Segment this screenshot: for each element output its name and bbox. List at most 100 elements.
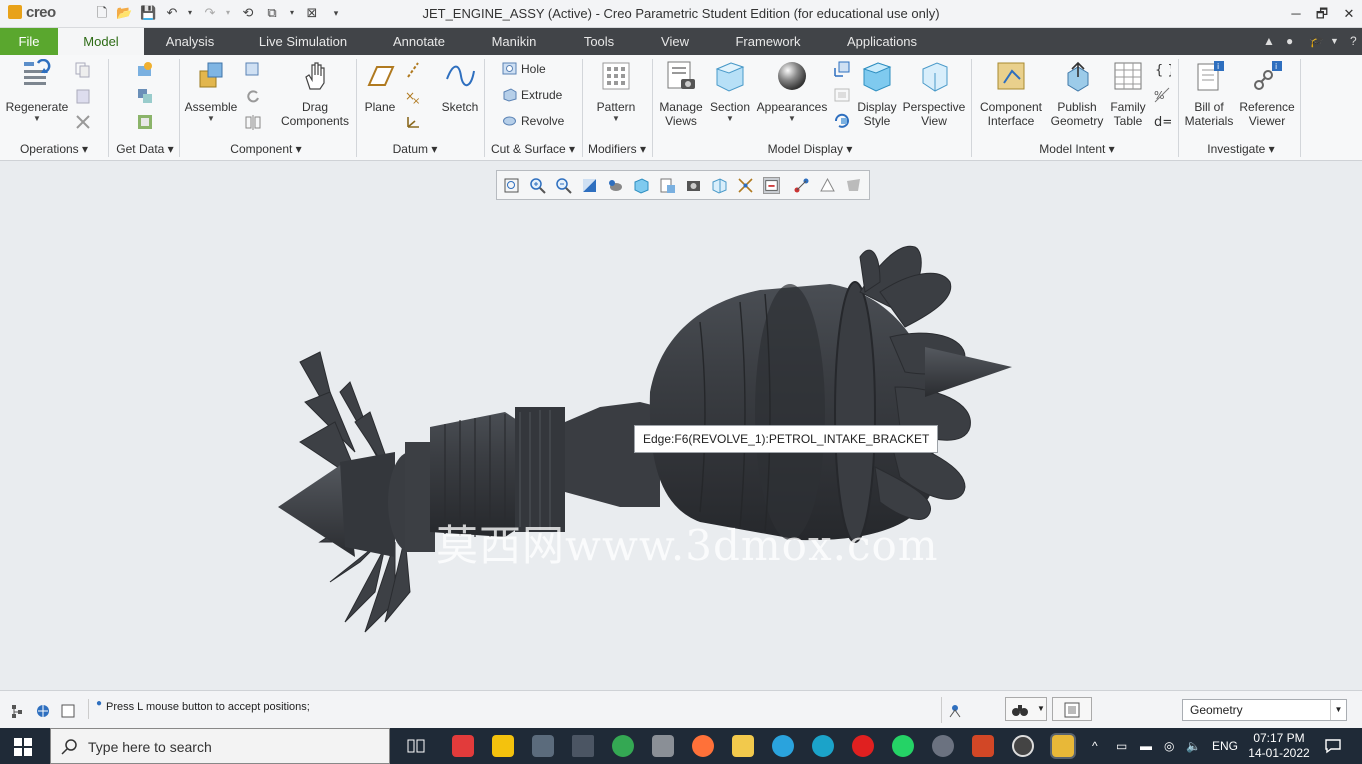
tab-file[interactable]: File — [0, 28, 58, 55]
whatsapp-icon[interactable] — [892, 735, 914, 757]
find-dropdown-icon[interactable]: ▼ — [1037, 704, 1045, 713]
user-defined-feature-icon[interactable] — [136, 61, 154, 79]
selection-filter-dropdown[interactable]: Geometry ▼ — [1182, 699, 1347, 721]
tab-applications[interactable]: Applications — [836, 28, 928, 55]
zoom-out-icon[interactable] — [555, 177, 572, 194]
minimize-button[interactable]: ─ — [1283, 4, 1309, 24]
annotation-display-icon[interactable] — [793, 177, 810, 194]
zoom-in-icon[interactable] — [529, 177, 546, 194]
windows-start-icon[interactable] — [14, 738, 32, 756]
shrinkwrap-icon[interactable] — [136, 113, 154, 131]
appearance-display-icon[interactable] — [845, 177, 862, 194]
display-refresh-icon[interactable] — [833, 112, 851, 130]
group-model-intent[interactable]: Model Intent ▾ — [1030, 142, 1124, 156]
smart-select-icon[interactable] — [946, 701, 964, 719]
meet-now-icon[interactable]: ▭ — [1116, 739, 1127, 753]
copy-geometry-icon[interactable] — [136, 87, 154, 105]
relations-icon[interactable]: { } — [1153, 60, 1171, 78]
security-shield-icon[interactable] — [572, 735, 594, 757]
model-tree-toggle-icon[interactable] — [10, 703, 26, 719]
tab-manikin[interactable]: Manikin — [482, 28, 546, 55]
light-bulb-icon[interactable]: ● — [1286, 34, 1293, 48]
task-view-icon[interactable] — [406, 737, 426, 755]
mirror-component-icon[interactable] — [244, 113, 262, 131]
bill-of-materials-button[interactable]: i Bill of Materials — [1182, 59, 1236, 128]
microphone-app-icon[interactable] — [652, 735, 674, 757]
volume-icon[interactable]: 🔈 — [1186, 739, 1201, 753]
group-model-display[interactable]: Model Display ▾ — [748, 142, 872, 156]
telegram-icon[interactable] — [772, 735, 794, 757]
manage-views-button[interactable]: Manage Views — [656, 59, 706, 128]
network-globe-icon[interactable]: ◎ — [1164, 739, 1174, 753]
group-modifiers[interactable]: Modifiers ▾ — [584, 142, 650, 156]
scenes-icon[interactable] — [833, 86, 851, 104]
selection-filter-toggle[interactable] — [1052, 697, 1092, 721]
spin-center-icon[interactable] — [763, 177, 780, 194]
display-style-button[interactable]: Display Style — [854, 59, 900, 128]
extrude-button[interactable]: Extrude — [502, 86, 562, 104]
assemble-button[interactable]: Assemble ▼ — [184, 59, 238, 123]
repeat-icon[interactable] — [244, 87, 262, 105]
component-interface-button[interactable]: Component Interface — [976, 59, 1046, 128]
browser-toggle-icon[interactable] — [34, 703, 52, 719]
group-cut-and-surface[interactable]: Cut & Surface ▾ — [488, 142, 578, 156]
datum-display-icon[interactable] — [737, 177, 754, 194]
help-icon[interactable]: ? — [1350, 34, 1357, 48]
display-style-toolbar-icon[interactable] — [607, 177, 624, 194]
group-get-data[interactable]: Get Data ▾ — [112, 142, 178, 156]
datum-point-icon[interactable]: ×× — [404, 87, 422, 105]
find-button[interactable]: ▼ — [1005, 697, 1047, 721]
help-dropdown-icon[interactable]: ▼ — [1330, 36, 1339, 46]
family-table-button[interactable]: Family Table — [1106, 59, 1150, 128]
switch-dimensions-icon[interactable]: d= — [1153, 112, 1171, 130]
file-explorer-icon[interactable] — [732, 735, 754, 757]
appearances-button[interactable]: Appearances ▼ — [756, 59, 828, 123]
tab-view[interactable]: View — [652, 28, 698, 55]
group-component[interactable]: Component ▾ — [214, 142, 318, 156]
group-datum[interactable]: Datum ▾ — [376, 142, 454, 156]
creo-taskbar-icon[interactable] — [1052, 735, 1074, 757]
group-investigate[interactable]: Investigate ▾ — [1196, 142, 1286, 156]
snipping-tool-icon[interactable] — [452, 735, 474, 757]
chevron-down-icon[interactable]: ▼ — [1330, 700, 1346, 720]
show-hidden-icons-icon[interactable]: ^ — [1092, 739, 1098, 753]
notifications-icon[interactable] — [1324, 738, 1342, 754]
firefox-icon[interactable] — [692, 735, 714, 757]
input-language[interactable]: ENG — [1212, 739, 1238, 753]
refit-icon[interactable] — [503, 177, 520, 194]
delete-icon[interactable] — [74, 113, 92, 131]
tab-framework[interactable]: Framework — [726, 28, 810, 55]
copy-icon[interactable] — [74, 61, 92, 79]
parameters-icon[interactable]: % — [1153, 86, 1171, 104]
coordinate-system-icon[interactable] — [404, 113, 422, 131]
regenerate-button[interactable]: Regenerate ▼ — [4, 58, 70, 123]
full-screen-icon[interactable] — [60, 703, 76, 719]
drag-components-button[interactable]: Drag Components — [278, 59, 352, 128]
tab-analysis[interactable]: Analysis — [152, 28, 228, 55]
learning-icon[interactable]: 🎓 — [1309, 34, 1324, 48]
edit-appearance-icon[interactable] — [833, 60, 851, 78]
battery-icon[interactable]: ▬ — [1140, 739, 1152, 753]
tab-annotate[interactable]: Annotate — [383, 28, 455, 55]
tab-model[interactable]: Model — [58, 28, 144, 55]
sticky-notes-icon[interactable] — [492, 735, 514, 757]
media-player-icon[interactable] — [1012, 735, 1034, 757]
chrome-icon[interactable] — [612, 735, 634, 757]
camera-icon[interactable] — [532, 735, 554, 757]
pattern-button[interactable]: Pattern ▼ — [592, 59, 640, 123]
section-button[interactable]: Section ▼ — [708, 59, 752, 123]
create-component-icon[interactable] — [244, 61, 262, 79]
sketch-button[interactable]: Sketch — [440, 59, 480, 114]
perspective-toggle-icon[interactable] — [685, 177, 702, 194]
plane-button[interactable]: Plane — [360, 59, 400, 114]
paste-icon[interactable] — [74, 87, 92, 105]
tab-tools[interactable]: Tools — [572, 28, 626, 55]
youtube-music-icon[interactable] — [852, 735, 874, 757]
restore-button[interactable]: 🗗 — [1309, 4, 1335, 24]
taskbar-clock[interactable]: 07:17 PM 14-01-2022 — [1246, 731, 1312, 761]
publish-geometry-button[interactable]: Publish Geometry — [1050, 59, 1104, 128]
close-button[interactable]: ✕ — [1336, 4, 1362, 24]
hole-button[interactable]: Hole — [502, 60, 546, 78]
datum-axis-icon[interactable] — [404, 61, 422, 79]
powerpoint-icon[interactable] — [972, 735, 994, 757]
